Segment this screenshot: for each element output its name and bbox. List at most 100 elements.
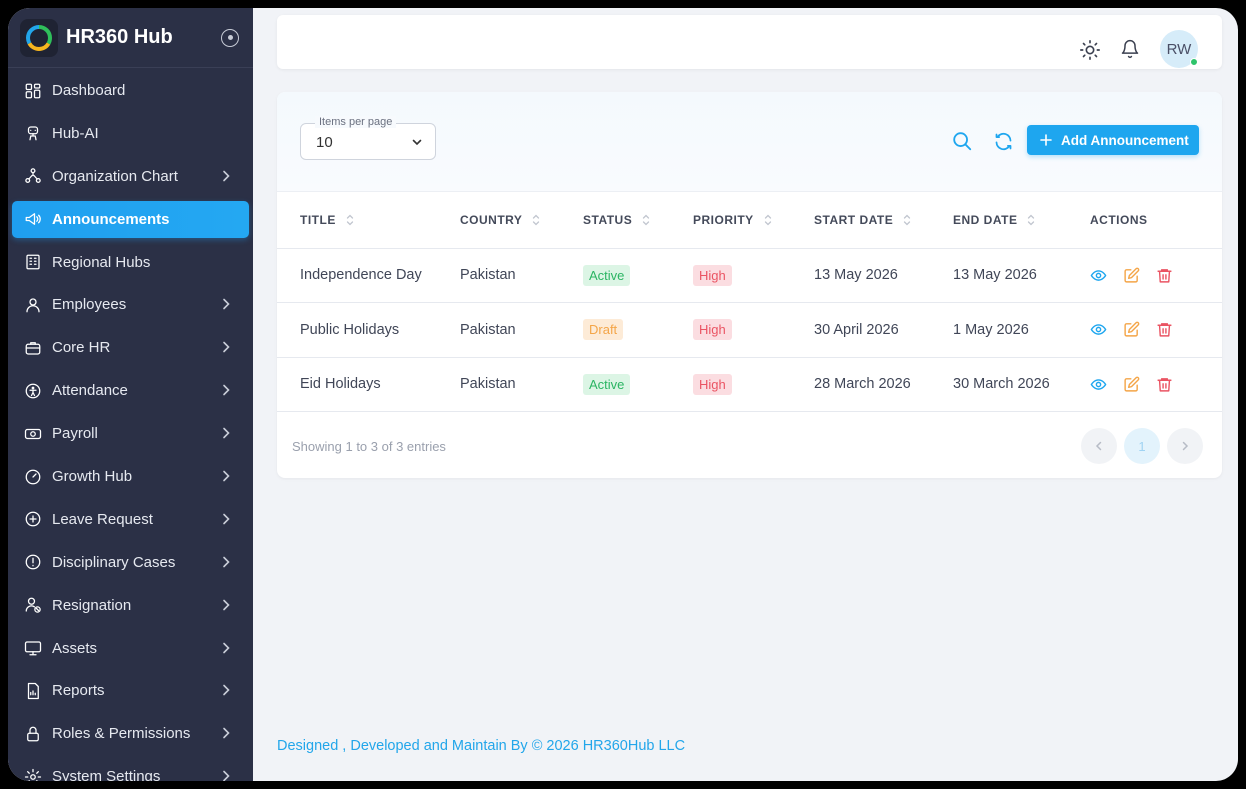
sidebar-item-label: Roles & Permissions xyxy=(52,725,191,743)
table-row: Eid Holidays Pakistan Active High 28 March 2… xyxy=(277,357,1222,412)
view-eye-icon[interactable] xyxy=(1090,267,1107,284)
cell-start-date: 28 March 2026 xyxy=(814,357,953,412)
column-header-label: COUNTRY xyxy=(460,212,523,227)
sidebar-item-announcements[interactable]: Announcements xyxy=(12,200,249,238)
sidebar-item-label: Announcements xyxy=(52,210,170,228)
notification-bell-icon[interactable] xyxy=(1120,39,1140,59)
chevron-right-icon xyxy=(223,556,230,568)
brand-name: HR360 Hub xyxy=(66,26,173,48)
sort-icon xyxy=(643,214,650,226)
sidebar-item-label: Growth Hub xyxy=(52,468,133,486)
items-per-page-select[interactable]: Items per page 10 xyxy=(300,116,436,160)
pagination-prev-button[interactable] xyxy=(1081,428,1117,464)
brand-logo-icon xyxy=(20,18,58,57)
user-avatar[interactable]: RW xyxy=(1160,30,1198,68)
cell-actions xyxy=(1090,357,1222,412)
pagination-next-button[interactable] xyxy=(1167,428,1203,464)
sidebar-item-label: Organization Chart xyxy=(52,167,178,185)
refresh-icon[interactable] xyxy=(993,131,1014,152)
sidebar-item-label: Payroll xyxy=(52,425,98,443)
cell-priority: High xyxy=(693,302,814,358)
sidebar-item-label: System Settings xyxy=(52,768,161,781)
sidebar-item-label: Dashboard xyxy=(52,82,126,99)
cell-country: Pakistan xyxy=(460,248,583,303)
column-header-priority[interactable]: PRIORITY xyxy=(693,192,814,249)
chevron-right-icon xyxy=(223,728,230,739)
monitor-icon xyxy=(24,641,42,656)
column-header-label: ACTIONS xyxy=(1090,212,1148,227)
cell-end-date: 13 May 2026 xyxy=(953,248,1090,303)
pagination-page-button[interactable]: 1 xyxy=(1124,428,1160,464)
delete-trash-icon[interactable] xyxy=(1156,321,1173,338)
cell-title: Public Holidays xyxy=(277,302,460,358)
chevron-left-icon xyxy=(1095,441,1102,451)
sidebar-item-resignation[interactable]: Resignation xyxy=(12,587,249,624)
chevron-right-icon xyxy=(223,599,230,610)
chevron-right-icon xyxy=(223,342,230,353)
sidebar-item-core-hr[interactable]: Core HR xyxy=(12,329,249,366)
view-eye-icon[interactable] xyxy=(1090,376,1107,393)
status-badge: Active xyxy=(583,264,631,286)
delete-trash-icon[interactable] xyxy=(1156,376,1173,393)
sort-icon xyxy=(904,214,911,226)
priority-badge: High xyxy=(693,373,732,395)
delete-trash-icon[interactable] xyxy=(1156,267,1173,284)
edit-pencil-icon[interactable] xyxy=(1123,376,1140,393)
column-header-start-date[interactable]: START DATE xyxy=(814,192,953,249)
column-header-status[interactable]: STATUS xyxy=(583,192,693,249)
column-header-label: STATUS xyxy=(583,212,633,227)
sidebar-item-attendance[interactable]: Attendance xyxy=(12,372,249,409)
edit-pencil-icon[interactable] xyxy=(1123,321,1140,338)
sidebar-item-label: Disciplinary Cases xyxy=(52,553,176,571)
sidebar-item-organization-chart[interactable]: Organization Chart xyxy=(12,158,249,195)
megaphone-icon xyxy=(25,213,41,226)
sidebar-item-system-settings[interactable]: System Settings xyxy=(12,758,249,781)
column-header-title[interactable]: TITLE xyxy=(277,192,460,249)
items-per-page-value: 10 xyxy=(316,134,333,151)
sidebar-item-hub-ai[interactable]: Hub-AI xyxy=(12,115,249,152)
gear-icon xyxy=(24,768,42,781)
sidebar-item-payroll[interactable]: Payroll xyxy=(12,415,249,452)
column-header-end-date[interactable]: END DATE xyxy=(953,192,1090,249)
view-eye-icon[interactable] xyxy=(1090,321,1107,338)
report-icon xyxy=(27,682,39,700)
sidebar-item-employees[interactable]: Employees xyxy=(12,286,249,323)
user-x-icon xyxy=(25,597,41,613)
column-header-label: START DATE xyxy=(814,212,894,227)
sidebar-item-roles-permissions[interactable]: Roles & Permissions xyxy=(12,715,249,752)
cell-actions xyxy=(1090,302,1222,358)
sidebar-item-disciplinary-cases[interactable]: Disciplinary Cases xyxy=(12,544,249,581)
dashboard-icon xyxy=(25,83,41,98)
sidebar-item-reports[interactable]: Reports xyxy=(12,672,249,709)
sidebar-item-label: Core HR xyxy=(52,339,111,357)
column-header-country[interactable]: COUNTRY xyxy=(460,192,583,249)
table-row: Independence Day Pakistan Active High 13 May… xyxy=(277,248,1222,303)
edit-pencil-icon[interactable] xyxy=(1123,267,1140,284)
cell-end-date: 30 March 2026 xyxy=(953,357,1090,412)
cell-start-date: 13 May 2026 xyxy=(814,248,953,303)
cell-country: Pakistan xyxy=(460,357,583,412)
announcements-table: TITLE COUNTRY STATUS PRIORITY START DATE END … xyxy=(277,192,1222,412)
briefcase-icon xyxy=(25,341,41,355)
sidebar-item-dashboard[interactable]: Dashboard xyxy=(12,72,249,109)
brand-header: HR360 Hub xyxy=(8,8,253,68)
lock-icon xyxy=(27,726,39,742)
plus-icon xyxy=(1040,134,1052,146)
chevron-right-icon xyxy=(1182,441,1189,451)
theme-toggle-sun-icon[interactable] xyxy=(1079,39,1101,61)
sort-icon xyxy=(346,214,353,226)
cell-status: Active xyxy=(583,357,693,412)
sidebar-item-leave-request[interactable]: Leave Request xyxy=(12,501,249,538)
card-toolbar: Items per page 10 Add Announcement xyxy=(277,92,1222,192)
sidebar-item-growth-hub[interactable]: Growth Hub xyxy=(12,458,249,495)
search-icon[interactable] xyxy=(951,130,973,152)
page-footer: Designed , Developed and Maintain By © 2… xyxy=(277,738,686,754)
add-announcement-button[interactable]: Add Announcement xyxy=(1027,125,1199,155)
sidebar-item-label: Hub-AI xyxy=(52,124,99,142)
sidebar-item-regional-hubs[interactable]: Regional Hubs xyxy=(12,244,249,281)
sidebar-item-label: Employees xyxy=(52,296,127,314)
sidebar-item-assets[interactable]: Assets xyxy=(12,630,249,667)
avatar-initials: RW xyxy=(1166,40,1192,58)
sidebar-toggle-icon[interactable] xyxy=(221,28,239,47)
cell-country: Pakistan xyxy=(460,302,583,358)
